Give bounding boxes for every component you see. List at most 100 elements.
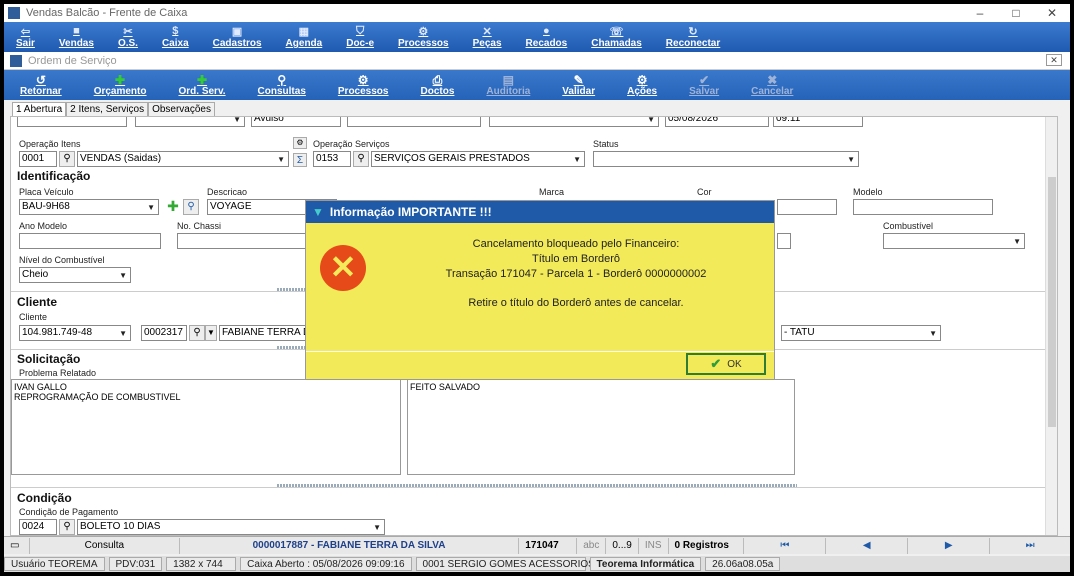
operacao-itens-label: Operação Itens [19,139,81,149]
menu-chamadas[interactable]: ☏ Chamadas [579,25,654,52]
combustivel-combo[interactable] [883,233,1025,249]
child-close-button[interactable]: ✕ [1046,54,1062,66]
operacao-itens-combo[interactable]: VENDAS (Saidas) [77,151,289,167]
menu-cadastros[interactable]: ▣ Cadastros [201,25,274,52]
tab-observacoes[interactable]: Observações [148,102,215,116]
add-icon[interactable]: ✚ [165,199,181,215]
cliente-code-field[interactable]: 0002317 [141,325,187,341]
servico-memo[interactable]: FEITO SALVADO [407,379,795,475]
cancelar-button[interactable]: ✖ Cancelar [735,73,809,100]
actions-icon: ⚙ [636,73,648,87]
menu-caixa[interactable]: $ Caixa [150,25,201,52]
solicitacao-section: Solicitação [17,352,81,366]
cliente-cpf-combo[interactable]: 104.981.749-48 [19,325,131,341]
chassi-extra-field[interactable] [777,233,791,249]
condicao-code[interactable]: 0024 [19,519,57,535]
validar-button[interactable]: ✎ Validar [546,73,611,100]
search-icon[interactable]: ⚲ [183,199,199,215]
time-field[interactable]: 09:11 [773,117,863,127]
cor-field[interactable] [777,199,837,215]
consulta-button[interactable]: Consulta [30,537,180,554]
menu-recados[interactable]: ● Recados [514,25,580,52]
menu-os[interactable]: ✂ O.S. [106,25,150,52]
acoes-button[interactable]: ⚙ Ações [611,73,673,100]
date-field[interactable]: 05/08/2026 [665,117,769,127]
shield-icon: ⛉ [355,25,365,37]
menu-doce[interactable]: ⛉ Doc-e [334,25,386,52]
retornar-button[interactable]: ↺ Retornar [4,73,78,100]
first-record-icon[interactable]: ⏮ [744,537,827,554]
descricao-label: Descricao [207,187,248,197]
problema-label: Problema Relatado [19,368,97,378]
vertical-scrollbar[interactable] [1045,117,1057,535]
scrollbar-thumb[interactable] [1048,177,1056,427]
top-combo-2[interactable] [489,117,659,127]
placa-combo[interactable]: BAU-9H68 [19,199,159,215]
top-field-2[interactable] [347,117,481,127]
tab-abertura[interactable]: 1 Abertura [12,102,67,116]
resolution-status: 1382 x 744 [166,557,237,571]
menu-sair[interactable]: ⇦ Sair [4,25,47,52]
ok-button[interactable]: ✔ OK [686,353,766,375]
sum-icon[interactable]: Σ [293,153,307,167]
abc-indicator: abc [577,537,607,554]
minimize-button[interactable]: – [962,6,998,20]
chevron-down-icon[interactable]: ▼ [205,325,217,341]
close-button[interactable]: ✕ [1034,6,1070,20]
menu-pecas[interactable]: ✕ Peças [461,25,514,52]
cliente-cidade-combo[interactable]: - TATU [781,325,941,341]
nivel-combo[interactable]: Cheio [19,267,131,283]
next-record-icon[interactable]: ▶ [908,537,991,554]
search-icon[interactable]: ⚲ [59,151,75,167]
menu-reconectar[interactable]: ↻ Reconectar [654,25,732,52]
transaction-number: 171047 [519,537,578,554]
call-icon: ☏ [609,26,624,38]
message-line-2: Título em Borderô [531,253,621,265]
operacao-servicos-combo[interactable]: SERVIÇOS GERAIS PRESTADOS [371,151,585,167]
orcamento-button[interactable]: ✚ Orçamento [78,73,163,100]
doctos-button[interactable]: ⎙ Doctos [404,73,470,100]
chassi-field[interactable] [177,233,307,249]
problema-memo[interactable]: IVAN GALLO REPROGRAMAÇÃO DE COMBUSTIVEL [11,379,401,475]
operacao-servicos-code[interactable]: 0153 [313,151,351,167]
printer-icon: ⎙ [432,73,443,87]
range-indicator: 0...9 [606,537,639,554]
menu-vendas[interactable]: ■ Vendas [47,25,106,52]
modelo-field[interactable] [853,199,993,215]
top-field-1[interactable] [17,117,127,127]
info-dialog: ▼ Informação IMPORTANTE !!! ✕ Cancelamen… [305,200,775,380]
versao-status: 26.06a08.05a [705,557,781,571]
register-icon: ▣ [231,26,243,38]
prev-record-icon[interactable]: ◀ [826,537,909,554]
maximize-button[interactable]: □ [998,6,1034,20]
pdv-status: PDV:031 [108,557,163,571]
ok-label: OK [727,358,742,370]
plus-icon: ✚ [115,73,126,87]
search-icon[interactable]: ⚲ [189,325,205,341]
status-combo[interactable] [593,151,859,167]
consultas-button[interactable]: ⚲ Consultas [242,73,322,100]
exit-icon: ⇦ [20,26,31,38]
operacao-itens-code[interactable]: 0001 [19,151,57,167]
keyboard-icon[interactable]: ▭ [4,537,30,554]
condicao-combo[interactable]: BOLETO 10 DIAS [77,519,385,535]
auditoria-button[interactable]: ▤ Auditoria [470,73,546,100]
tab-itens-servicos[interactable]: 2 Itens, Serviços [66,102,149,116]
settings-icon[interactable]: ⚙ [293,137,307,149]
ano-modelo-field[interactable] [19,233,161,249]
empresa-status: 0001 SERGIO GOMES ACESSORIOS [415,557,595,571]
menu-agenda[interactable]: ▦ Agenda [274,25,335,52]
cliente-label: Cliente [19,312,48,322]
last-record-icon[interactable]: ⏭ [990,538,1070,554]
salvar-button[interactable]: ✔ Salvar [673,73,735,100]
avulso-field[interactable]: Avulso [251,117,341,127]
processos-button[interactable]: ⚙ Processos [322,73,405,100]
menu-processos[interactable]: ⚙ Processos [386,25,461,52]
usuario-status: Usuário TEOREMA [4,557,105,571]
divider [11,487,1051,488]
search-icon[interactable]: ⚲ [59,519,75,535]
ord-serv-button[interactable]: ✚ Ord. Serv. [162,73,241,100]
cliente-name-field[interactable]: FABIANE TERRA DA [219,325,309,341]
search-icon[interactable]: ⚲ [353,151,369,167]
top-combo-1[interactable] [135,117,245,127]
